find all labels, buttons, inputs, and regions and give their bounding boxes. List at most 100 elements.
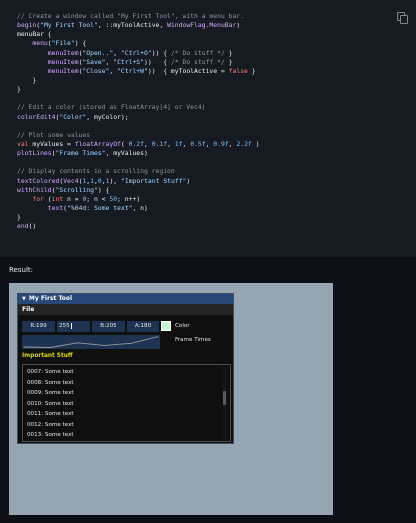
code-token: } [17,75,37,84]
code-token: , [167,139,175,148]
code-token: )) { [151,48,171,57]
code-line: // Plot some values [17,131,259,140]
collapse-arrow-icon[interactable]: ▼ [22,296,26,302]
code-token: "%04d: Some text" [67,203,133,212]
color-swatch[interactable] [161,321,171,331]
code-line: val myValues = floatArrayOf( 0.2f, 0.1f,… [17,140,259,149]
color-b-drag[interactable]: B:205 [92,321,125,332]
code-token: end [17,222,29,231]
code-line: plotLines("Frame Times", myValues) [17,149,259,158]
imgui-window[interactable]: ▼ My First Tool File R:199 255 B:205 A:18… [17,293,234,444]
code-token: "Save" [82,57,106,66]
list-item: 0014: Some text [27,441,74,442]
code-token: menuItem [47,66,79,75]
list-item: 0013: Some text [27,432,74,438]
menu-file[interactable]: File [22,306,34,313]
result-preview: ▼ My First Tool File R:199 255 B:205 A:18… [9,283,333,515]
code-line: menuBar { [17,30,259,39]
scrollbar-thumb[interactable] [223,391,226,405]
code-token: floatArrayOf [74,139,121,148]
code-token: , ::myToolActive, [97,21,168,30]
color-r-drag[interactable]: R:199 [22,321,55,332]
code-token: , [109,66,118,75]
code-token: 0.1f [151,139,168,148]
code-token: () [28,222,37,231]
color-label: Color [175,323,190,329]
scrollbar[interactable] [222,367,227,441]
code-token: ; n < [86,194,110,203]
code-token: myValues = [28,139,75,148]
code-line: withChild("Scrolling") { [17,186,259,195]
code-lines: // Create a window called "My First Tool… [17,12,259,231]
copy-icon[interactable] [397,12,408,24]
code-token: } [224,48,233,57]
color-edit-row: R:199 255 B:205 A:180 Color [22,321,232,333]
code-token: ) [186,176,191,185]
code-line: // Edit a color (stored as FloatArray[4]… [17,103,259,112]
code-token: menu [32,39,48,48]
code-line: } [17,213,259,222]
code-token: Vec4 [63,176,79,185]
code-token: ) { [97,185,110,194]
code-line: } [17,85,259,94]
code-token: false [228,66,248,75]
code-token: withChild [17,185,52,194]
window-title: My First Tool [28,295,73,302]
code-block: // Create a window called "My First Tool… [0,0,416,257]
code-token: ; n++) [117,194,141,203]
code-token: n = [63,194,83,203]
code-token: menuItem [47,48,79,57]
code-token: ( [120,139,129,148]
code-token: ( [43,194,52,203]
code-token: "Ctrl+O" [120,48,152,57]
window-title-bar[interactable]: ▼ My First Tool [18,294,233,304]
code-token: "File" [51,39,75,48]
list-item: 0009: Some text [27,390,74,396]
code-token: text [47,203,64,212]
scroll-list: 0007: Some text 0008: Some text 0009: Some… [27,367,74,442]
code-token: , [143,139,152,148]
code-line: // Create a window called "My First Tool… [17,12,259,21]
menu-bar: File [18,304,233,315]
code-token: for [32,194,44,203]
code-line: for (int n = 0; n < 50; n++) [17,195,259,204]
color-a-drag[interactable]: A:180 [127,321,159,332]
code-token: // Create a window called "My First Tool… [17,12,245,20]
code-token: "Close" [82,66,110,75]
color-g-input[interactable]: 255 [57,321,90,332]
list-item: 0011: Some text [27,411,74,417]
scrolling-child[interactable]: 0007: Some text 0008: Some text 0009: Some… [22,364,231,442]
code-token: 0.2f [128,139,144,148]
code-token: ) [251,139,260,148]
code-line: menuItem("Save", "Ctrl+S")) { /* Do stuf… [17,58,259,67]
code-token: } [224,57,233,66]
code-token: "Important Stuff" [121,176,187,185]
code-token: plotLines [17,149,52,158]
plot-line [23,336,159,348]
plot-lines-svg [23,336,159,348]
code-token: "My First Tool" [40,21,98,30]
code-line: menu("File") { [17,39,259,48]
code-token: , [113,48,121,57]
code-token: "Ctrl+W" [117,66,148,75]
code-token: /* Do stuff */ [170,57,225,66]
code-token: textColored [17,176,60,185]
code-line: text("%04d: Some text", n) [17,204,259,213]
code-token: ) [236,21,241,30]
list-item: 0007: Some text [27,369,74,375]
frame-times-plot[interactable] [22,335,160,349]
code-token: 0.9f [213,139,229,148]
code-token: "Frame Times" [55,149,106,158]
code-token: } [247,66,256,75]
code-line: begin("My First Tool", ::myToolActive, W… [17,21,259,30]
code-token: val [17,139,29,148]
code-token: "Scrolling" [55,185,98,194]
code-token: "Ctrl+S" [113,57,144,66]
code-token: WindowFlag.MenuBar [167,21,237,30]
code-line: menuItem("Close", "Ctrl+W")) { myToolAct… [17,67,259,76]
color-g-value: 255 [59,323,70,329]
list-item: 0008: Some text [27,379,74,386]
